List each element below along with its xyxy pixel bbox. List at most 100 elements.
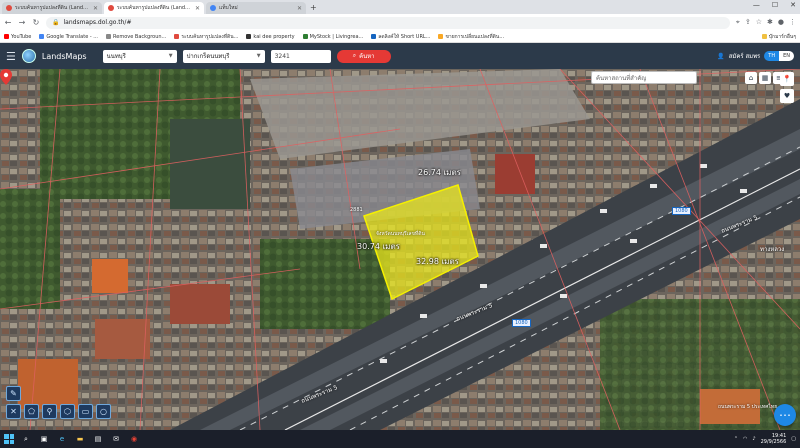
minimize-icon[interactable]: —	[753, 1, 760, 9]
parcel-number-input[interactable]: 3241	[270, 49, 331, 63]
home-icon[interactable]: ⌂	[745, 72, 757, 84]
store-icon[interactable]: ▤	[92, 433, 104, 445]
landsmaps-favicon-icon	[108, 5, 114, 11]
maximize-icon[interactable]: ☐	[772, 1, 778, 9]
place-search-input[interactable]: ค้นหาสถานที่สำคัญ	[591, 71, 697, 84]
user-menu[interactable]: 👤 สมัคร์ สมพร TH EN	[717, 51, 794, 61]
pin-icon[interactable]: 📍	[780, 72, 794, 86]
landsmaps-logo	[21, 49, 36, 63]
bookmark-icon	[302, 34, 308, 39]
bookmarks-bar: YouTube Google Translate - ... Remove Ba…	[0, 31, 800, 43]
tab-title: ระบบค้นหารูปแปลงที่ดิน (LandsMap)	[15, 5, 90, 11]
province-select[interactable]: นนทบุรี ▼	[102, 49, 177, 63]
bookmark-item[interactable]: ระบบค้นหารูปแปลงที่ดิน...	[174, 33, 238, 41]
bookmark-item[interactable]: kai dee property	[246, 33, 295, 40]
location-icon[interactable]: ⌖	[736, 18, 740, 27]
toolbar-icons: ⌖ ⇪ ☆ ✱ ● ⋮	[736, 18, 796, 27]
chrome-favicon-icon	[210, 5, 216, 11]
star-icon[interactable]: ☆	[756, 18, 762, 27]
forward-icon[interactable]: →	[18, 18, 26, 27]
clock-date: 29/9/2566	[760, 439, 787, 445]
share-icon[interactable]: ⇪	[745, 18, 751, 27]
bookmark-label: ลดลิงค์ให้ Short URL...	[378, 33, 431, 40]
bookmark-icon	[246, 34, 252, 39]
bookmark-item[interactable]: Google Translate - ...	[39, 34, 98, 40]
search-icon[interactable]: ⌕	[20, 433, 32, 445]
bookmark-label: ขายการเปลี่ยนแปลงที่ดิน...	[445, 33, 505, 40]
task-view-icon[interactable]: ▣	[38, 433, 50, 445]
parcel-number-label: 2881	[350, 207, 363, 213]
tab-title: ระบบค้นหารูปแปลงที่ดิน (LandsMap)	[117, 5, 192, 11]
menu-icon[interactable]: ⋮	[789, 18, 796, 27]
chevron-down-icon: ▼	[256, 53, 261, 59]
dimension-label-bottom: 32.98 เมตร	[416, 257, 459, 266]
profile-icon[interactable]: ●	[778, 18, 784, 27]
area-icon[interactable]: ⬡	[60, 404, 75, 419]
browser-tab[interactable]: ระบบค้นหารูปแปลงที่ดิน (LandsMap) ✕	[2, 2, 102, 14]
close-tab-icon[interactable]: ✕	[195, 5, 200, 12]
hamburger-menu-icon[interactable]: ☰	[6, 50, 16, 63]
satellite-map[interactable]: 26.74 เมตร 30.74 เมตร 32.98 เมตร จังหวัด…	[0, 69, 800, 430]
url-text: landsmaps.dol.go.th/#	[63, 19, 132, 26]
chrome-icon[interactable]: ◉	[128, 433, 140, 445]
rectangle-icon[interactable]: ▭	[78, 404, 93, 419]
mail-icon[interactable]: ✉	[110, 433, 122, 445]
parcel-number-value: 3241	[274, 52, 290, 60]
bookmark-icon	[438, 34, 444, 39]
lang-th-button[interactable]: TH	[764, 51, 780, 61]
browser-tab[interactable]: แท็บใหม่ ✕	[206, 2, 306, 14]
wifi-icon[interactable]: ◠	[743, 436, 747, 442]
district-select[interactable]: ปากเกร็ดนนทบุรี ▼	[182, 49, 265, 63]
app-header: ☰ LandsMaps นนทบุรี ▼ ปากเกร็ดนนทบุรี ▼ …	[0, 43, 800, 69]
notifications-icon[interactable]: ▢	[791, 436, 796, 442]
bookmark-item[interactable]: YouTube	[4, 34, 31, 40]
bookmark-icon	[106, 34, 112, 39]
grid-icon[interactable]: ▦	[759, 72, 771, 84]
other-bookmarks[interactable]: บุ๊กมาร์กอื่นๆ	[761, 33, 796, 41]
windows-start-icon[interactable]	[4, 434, 14, 444]
browser-tab-active[interactable]: ระบบค้นหารูปแปลงที่ดิน (LandsMap) ✕	[104, 2, 204, 14]
district-value: ปากเกร็ดนนทบุรี	[186, 53, 230, 60]
bookmark-item[interactable]: ขายการเปลี่ยนแปลงที่ดิน...	[438, 33, 504, 41]
draw-line-icon[interactable]: ✎	[6, 386, 21, 401]
favorite-icon[interactable]: ♥	[780, 89, 794, 103]
drawing-toolbar: ✎ ✕ ⬠ ⚲ ⬡ ▭ ○	[6, 386, 116, 424]
volume-icon[interactable]: ♪	[752, 436, 755, 442]
province-value: นนทบุรี	[106, 53, 126, 60]
file-explorer-icon[interactable]: ▬	[74, 433, 86, 445]
address-bar[interactable]: 🔒 landsmaps.dol.go.th/#	[46, 16, 730, 29]
bookmark-item[interactable]: Remove Backgroun...	[106, 34, 166, 40]
bookmark-label: kai dee property	[253, 33, 295, 40]
km-sign: 1080	[672, 207, 691, 215]
landsmaps-favicon-icon	[6, 5, 12, 11]
more-options-button[interactable]: ⋯	[774, 404, 796, 426]
close-tab-icon[interactable]: ✕	[297, 5, 302, 12]
map-watermark: ถนนพระราม 5 ประเทศไทย	[718, 404, 778, 410]
bookmark-label: YouTube	[11, 33, 32, 40]
close-window-icon[interactable]: ✕	[790, 1, 796, 9]
close-tab-icon[interactable]: ✕	[93, 5, 98, 12]
window-controls: — ☐ ✕	[753, 1, 796, 9]
extensions-icon[interactable]: ✱	[767, 18, 773, 27]
bookmark-label: ระบบค้นหารูปแปลงที่ดิน...	[181, 33, 239, 40]
search-button[interactable]: ⌕ ค้นหา	[336, 49, 391, 63]
edge-icon[interactable]: e	[56, 433, 68, 445]
map-toolbar: ⌂ ▦ ≡	[745, 72, 785, 84]
polygon-icon[interactable]: ⬠	[24, 404, 39, 419]
bookmark-item[interactable]: MyStock | Livingrea...	[302, 34, 363, 40]
language-toggle[interactable]: TH EN	[764, 51, 794, 61]
reload-icon[interactable]: ↻	[32, 18, 40, 27]
place-search-placeholder: ค้นหาสถานที่สำคัญ	[596, 74, 647, 82]
new-tab-button[interactable]: +	[310, 2, 317, 14]
measure-icon[interactable]: ✕	[6, 404, 21, 419]
chevron-up-icon[interactable]: ⌃	[734, 436, 738, 442]
circle-icon[interactable]: ○	[96, 404, 111, 419]
clock[interactable]: 19:41 29/9/2566	[761, 433, 787, 445]
bookmark-item[interactable]: ลดลิงค์ให้ Short URL...	[371, 33, 430, 41]
location-pin-icon[interactable]	[0, 69, 12, 85]
marker-icon[interactable]: ⚲	[42, 404, 57, 419]
back-icon[interactable]: ←	[4, 18, 12, 27]
lang-en-button[interactable]: EN	[779, 51, 794, 61]
km-sign: 1080	[512, 319, 531, 327]
youtube-icon	[4, 34, 9, 39]
